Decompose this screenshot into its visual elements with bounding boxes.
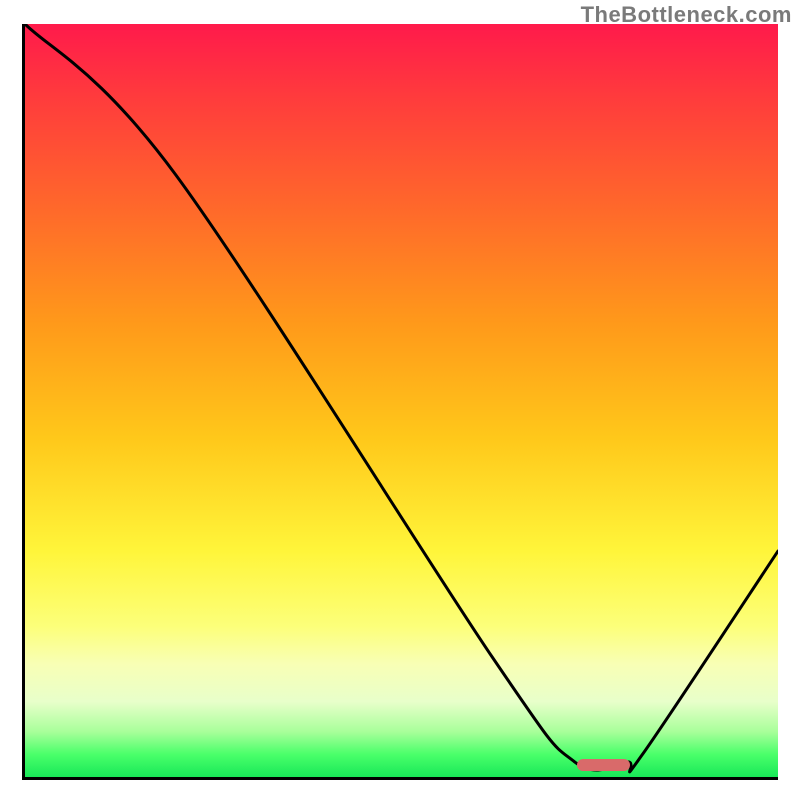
watermark-text: TheBottleneck.com (581, 2, 792, 28)
plot-area (22, 24, 778, 780)
optimum-marker (577, 759, 630, 771)
curve-svg (25, 24, 778, 777)
bottleneck-curve-path (25, 24, 778, 772)
